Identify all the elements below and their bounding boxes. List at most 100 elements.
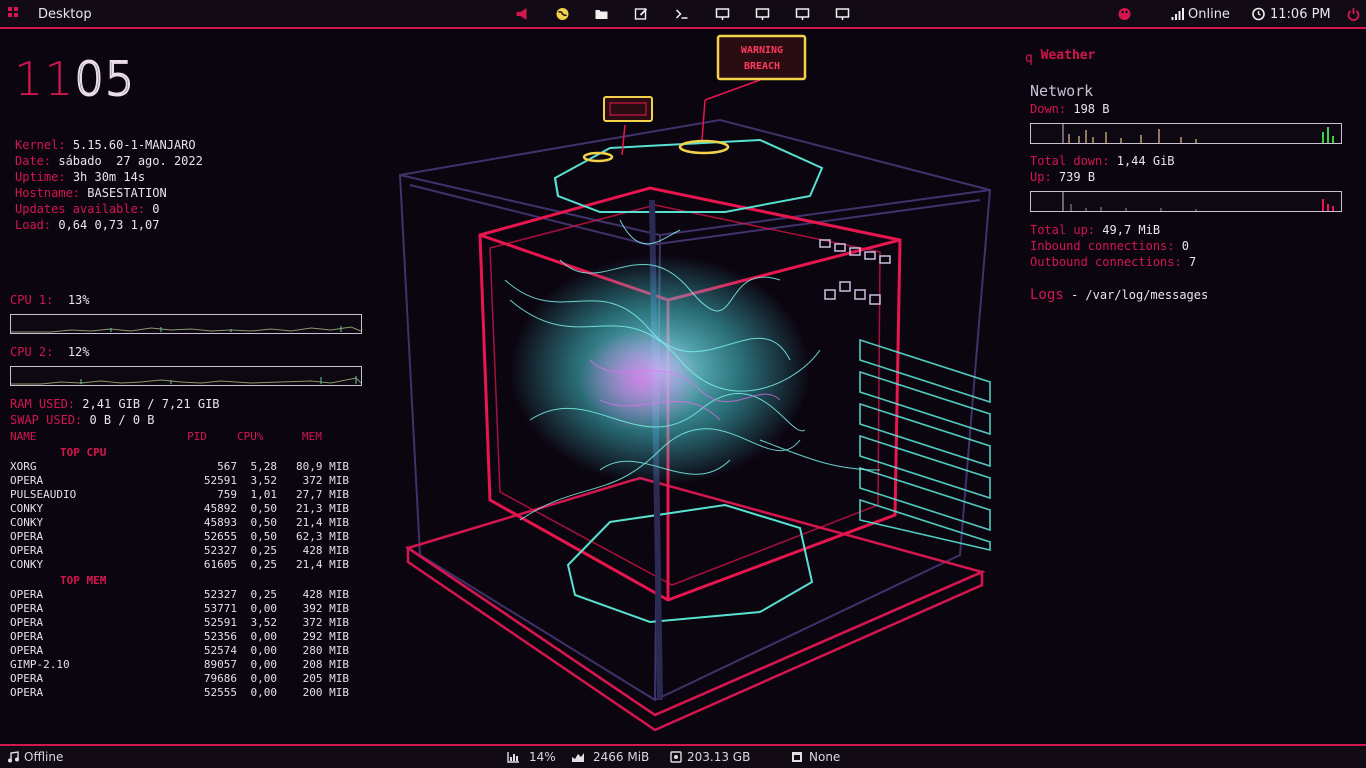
inbound-value: 0	[1181, 239, 1189, 253]
process-pid: 52356	[203, 630, 237, 643]
memory-usage[interactable]: 2466 MiB	[593, 746, 649, 768]
process-name: XORG	[10, 460, 37, 473]
process-pid: 53771	[203, 602, 237, 615]
cpu-usage[interactable]: 14%	[529, 746, 556, 768]
process-mem: 208 MIB	[302, 658, 349, 671]
process-name: CONKY	[10, 558, 44, 571]
music-status[interactable]: Offline	[24, 746, 63, 768]
table-row: PULSEAUDIO 759 1,01 27,7 MIB	[10, 488, 355, 502]
process-cpu: 0,50	[250, 530, 278, 543]
power-icon[interactable]	[1346, 7, 1361, 21]
total-down-line: Total down: 1,44 GiB	[1030, 153, 1175, 169]
download-graph-trace	[1062, 124, 1334, 143]
window-icon	[792, 752, 802, 762]
process-name: OPERA	[10, 630, 44, 643]
process-cpu: 0,00	[250, 644, 278, 657]
total-up-line: Total up: 49,7 MiB	[1030, 222, 1160, 238]
cpu1-line: CPU 1: 13%	[10, 292, 90, 308]
table-row: GIMP-2.10 89057 0,00 208 MIB	[10, 658, 355, 672]
table-row: CONKY 61605 0,25 21,4 MIB	[10, 558, 355, 572]
process-name: OPERA	[10, 530, 44, 543]
globe-icon[interactable]	[555, 7, 570, 21]
hostname-line: Hostname: BASESTATION	[15, 185, 167, 201]
hostname-value: BASESTATION	[87, 186, 167, 200]
process-mem: 62,3 MIB	[296, 530, 349, 543]
up-value: 739 B	[1058, 170, 1096, 184]
cpu-chart-icon	[507, 752, 519, 763]
logs-title: Logs	[1030, 287, 1064, 303]
process-mem: 392 MIB	[302, 602, 349, 615]
table-row: OPERA 52555 0,00 200 MIB	[10, 686, 355, 700]
table-row: CONKY 45892 0,50 21,3 MIB	[10, 502, 355, 516]
uptime-line: Uptime: 3h 30m 14s	[15, 169, 145, 185]
monitor-icon[interactable]	[835, 7, 850, 21]
process-mem: 372 MIB	[302, 474, 349, 487]
total-down-label: Total down:	[1030, 154, 1110, 168]
process-pid: 567	[217, 460, 237, 473]
process-cpu: 0,00	[250, 658, 278, 671]
ram-line: RAM USED: 2,41 GIB / 7,21 GIB	[10, 396, 220, 412]
process-name: PULSEAUDIO	[10, 488, 77, 501]
top-panel: Desktop Online 11:06 PM	[0, 0, 1366, 29]
process-name: OPERA	[10, 616, 44, 629]
warning-sign-text: WARNING	[741, 45, 783, 56]
monitor-icon[interactable]	[795, 7, 810, 21]
clock-hours: 11	[14, 52, 75, 106]
process-name: CONKY	[10, 502, 44, 515]
process-cpu: 3,52	[250, 474, 278, 487]
weather-icon: q	[1025, 51, 1033, 66]
palette-icon[interactable]	[1117, 7, 1132, 21]
process-pid: 61605	[203, 558, 237, 571]
memory-area-icon	[572, 753, 584, 762]
workspace-label[interactable]: Desktop	[38, 0, 92, 29]
breach-sign-text: BREACH	[744, 61, 780, 72]
process-mem: 200 MIB	[302, 686, 349, 699]
edit-icon[interactable]	[634, 7, 649, 21]
date-label: Date:	[15, 154, 52, 168]
process-mem: 21,4 MIB	[296, 516, 349, 529]
process-pid: 759	[217, 488, 237, 501]
logs-path: - /var/log/messages	[1063, 288, 1209, 302]
disk-icon	[670, 751, 682, 763]
process-name: OPERA	[10, 588, 44, 601]
table-row: OPERA 52327 0,25 428 MIB	[10, 544, 355, 558]
date-line: Date: sábado 27 ago. 2022	[15, 153, 203, 169]
disk-usage[interactable]: 203.13 GB	[687, 746, 750, 768]
outbound-value: 7	[1188, 255, 1197, 269]
conky-clock: 1105	[14, 51, 135, 107]
process-cpu: 0,50	[250, 502, 278, 515]
process-name: OPERA	[10, 544, 44, 557]
process-pid: 52327	[203, 544, 237, 557]
process-cpu: 0,00	[250, 686, 278, 699]
weather-line: q Weather	[1025, 48, 1096, 66]
weather-label: Weather	[1040, 48, 1096, 63]
load-label: Load:	[15, 218, 52, 232]
table-row: OPERA 79686 0,00 205 MIB	[10, 672, 355, 686]
down-value: 198 B	[1073, 102, 1110, 116]
clock-time[interactable]: 11:06 PM	[1270, 0, 1331, 29]
process-mem: 292 MIB	[302, 630, 349, 643]
monitor-icon[interactable]	[715, 7, 730, 21]
inbound-line: Inbound connections: 0	[1030, 238, 1189, 254]
monitor-icon[interactable]	[755, 7, 770, 21]
outbound-line: Outbound connections: 7	[1030, 254, 1196, 270]
up-line: Up: 739 B	[1030, 169, 1095, 185]
terminal-icon[interactable]	[674, 7, 689, 21]
megaphone-icon[interactable]	[515, 7, 530, 21]
folder-icon[interactable]	[594, 7, 609, 21]
bottom-panel: Offline 14% 2466 MiB 203.13 GB None	[0, 744, 1366, 768]
process-pid: 52655	[203, 530, 237, 543]
ram-label: RAM USED:	[10, 397, 76, 411]
network-status[interactable]: Online	[1188, 0, 1230, 29]
app-menu-icon[interactable]	[8, 7, 23, 21]
down-label: Down:	[1030, 102, 1067, 116]
swap-label: SWAP USED:	[10, 413, 83, 427]
cpu2-line: CPU 2: 12%	[10, 344, 90, 360]
col-cpu: CPU%	[237, 430, 264, 443]
active-window[interactable]: None	[809, 746, 840, 768]
process-cpu: 0,00	[250, 630, 278, 643]
kernel-value: 5.15.60-1-MANJARO	[72, 138, 196, 152]
down-line: Down: 198 B	[1030, 101, 1109, 117]
process-cpu: 1,01	[250, 488, 278, 501]
cpu2-graph	[10, 366, 362, 386]
